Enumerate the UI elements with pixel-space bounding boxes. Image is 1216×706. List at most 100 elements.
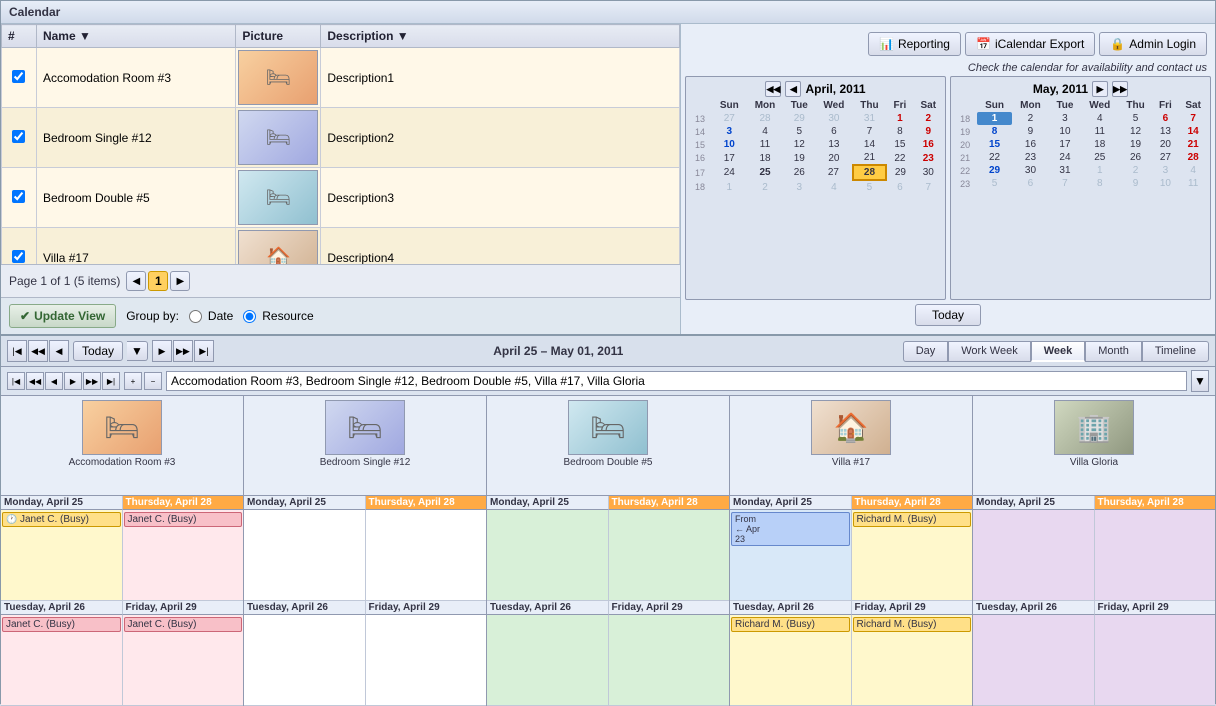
day-cell-empty4[interactable] <box>366 615 487 705</box>
cal-day[interactable]: 21 <box>853 151 887 165</box>
cal-day[interactable]: 12 <box>783 138 815 151</box>
cal-day[interactable]: 8 <box>886 125 913 138</box>
day-cell-fri[interactable]: Janet C. (Busy) <box>123 615 244 705</box>
event-richard-2[interactable]: Richard M. (Busy) <box>731 617 850 632</box>
cal-day[interactable]: 4 <box>1178 164 1208 177</box>
cal-day[interactable]: 29 <box>886 165 913 180</box>
cal-day[interactable]: 11 <box>747 138 784 151</box>
cal-day[interactable]: 28 <box>1178 151 1208 164</box>
update-view-button[interactable]: ✔ Update View <box>9 304 116 328</box>
cal-day[interactable]: 31 <box>853 112 887 125</box>
cal-day[interactable]: 20 <box>815 151 853 165</box>
res-prev-button[interactable]: ◀ <box>45 372 63 390</box>
tab-work-week[interactable]: Work Week <box>948 341 1030 362</box>
cal-day[interactable]: 17 <box>712 151 746 165</box>
cal-day[interactable]: 19 <box>1119 138 1153 151</box>
cal-day[interactable]: 9 <box>1012 125 1049 138</box>
cal-day[interactable]: 10 <box>712 138 746 151</box>
res-next-next-button[interactable]: ▶▶ <box>83 372 101 390</box>
cal-day[interactable]: 19 <box>783 151 815 165</box>
cal-day[interactable]: 29 <box>977 164 1012 177</box>
cal-day[interactable]: 16 <box>1012 138 1049 151</box>
icalendar-export-button[interactable]: 📅 iCalendar Export <box>965 32 1095 56</box>
cal-day[interactable]: 25 <box>747 165 784 180</box>
cal-day[interactable]: 11 <box>1081 125 1119 138</box>
cal-day[interactable]: 24 <box>1049 151 1081 164</box>
cal-day[interactable]: 23 <box>1012 151 1049 164</box>
day-cell-empty2[interactable] <box>366 510 487 600</box>
prev-button[interactable]: ◀ <box>49 340 69 362</box>
today-calendar-button[interactable]: Today <box>73 341 123 361</box>
cal-day[interactable]: 15 <box>977 138 1012 151</box>
cal-day[interactable]: 26 <box>1119 151 1153 164</box>
cal-day[interactable]: 27 <box>712 112 746 125</box>
cal-day[interactable]: 2 <box>1119 164 1153 177</box>
group-by-date-option[interactable]: Date <box>189 309 233 323</box>
cal-day[interactable]: 2 <box>747 180 784 194</box>
cal-day[interactable]: 9 <box>914 125 943 138</box>
april-prev-button[interactable]: ◀ <box>785 81 801 97</box>
day-cell-vg-thu[interactable] <box>1095 510 1216 600</box>
res-next-button[interactable]: ▶ <box>64 372 82 390</box>
cal-day[interactable]: 31 <box>1049 164 1081 177</box>
cal-day[interactable]: 4 <box>747 125 784 138</box>
cal-day[interactable]: 30 <box>1012 164 1049 177</box>
cal-day[interactable]: 3 <box>712 125 746 138</box>
row-checkbox-1[interactable] <box>2 48 37 108</box>
event-janet-2[interactable]: Janet C. (Busy) <box>124 512 243 527</box>
cal-day[interactable]: 27 <box>815 165 853 180</box>
cal-day[interactable]: 25 <box>1081 151 1119 164</box>
cal-day[interactable]: 16 <box>914 138 943 151</box>
cal-day[interactable]: 12 <box>1119 125 1153 138</box>
day-cell-villa-thu[interactable]: Richard M. (Busy) <box>852 510 973 600</box>
prev-page-button[interactable]: ◀ <box>126 271 146 291</box>
next-button[interactable]: ▶ <box>152 340 172 362</box>
last-button[interactable]: ▶| <box>194 340 214 362</box>
day-cell-thu[interactable]: Janet C. (Busy) <box>123 510 244 600</box>
cal-day[interactable]: 18 <box>1081 138 1119 151</box>
event-janet-4[interactable]: Janet C. (Busy) <box>124 617 243 632</box>
resource-dropdown-button[interactable]: ▼ <box>1191 370 1209 392</box>
day-cell-empty3[interactable] <box>244 615 366 705</box>
cal-day[interactable]: 30 <box>914 165 943 180</box>
day-cell-mon[interactable]: 🕐 Janet C. (Busy) <box>1 510 123 600</box>
cal-day[interactable]: 30 <box>815 112 853 125</box>
day-cell-vg-fri[interactable] <box>1095 615 1216 705</box>
tab-timeline[interactable]: Timeline <box>1142 341 1209 362</box>
cal-day[interactable]: 29 <box>783 112 815 125</box>
cal-day[interactable]: 6 <box>1012 177 1049 190</box>
res-prev-prev-button[interactable]: ◀◀ <box>26 372 44 390</box>
today-dropdown-button[interactable]: ▼ <box>127 341 148 361</box>
cal-day[interactable]: 1 <box>712 180 746 194</box>
cal-day[interactable]: 18 <box>747 151 784 165</box>
group-resource-radio[interactable] <box>243 310 256 323</box>
may-next-next-button[interactable]: ▶▶ <box>1112 81 1128 97</box>
cal-day[interactable]: 3 <box>783 180 815 194</box>
cal-day[interactable]: 5 <box>783 125 815 138</box>
day-cell-bd-thu[interactable] <box>609 510 730 600</box>
april-prev-prev-button[interactable]: ◀◀ <box>765 81 781 97</box>
group-by-resource-option[interactable]: Resource <box>243 309 313 323</box>
row-checkbox-4[interactable] <box>2 228 37 265</box>
day-cell-villa-mon[interactable]: From← Apr23 <box>730 510 852 600</box>
group-date-radio[interactable] <box>189 310 202 323</box>
prev-prev-button[interactable]: ◀◀ <box>28 340 48 362</box>
cal-day[interactable]: 7 <box>853 125 887 138</box>
today-mini-calendar-button[interactable]: Today <box>915 304 981 326</box>
tab-month[interactable]: Month <box>1085 341 1142 362</box>
event-janet-3[interactable]: Janet C. (Busy) <box>2 617 121 632</box>
row-checkbox-2[interactable] <box>2 108 37 168</box>
cal-day[interactable]: 3 <box>1152 164 1178 177</box>
day-cell-tue[interactable]: Janet C. (Busy) <box>1 615 123 705</box>
cal-day[interactable]: 21 <box>1178 138 1208 151</box>
cal-day[interactable]: 7 <box>1178 112 1208 125</box>
cal-day[interactable]: 4 <box>1081 112 1119 125</box>
day-cell-vg-mon[interactable] <box>973 510 1095 600</box>
event-from-apr23[interactable]: From← Apr23 <box>731 512 850 546</box>
cal-day[interactable]: 22 <box>977 151 1012 164</box>
tab-day[interactable]: Day <box>903 341 949 362</box>
day-cell-vg-tue[interactable] <box>973 615 1095 705</box>
res-first-button[interactable]: |◀ <box>7 372 25 390</box>
cal-day[interactable]: 5 <box>853 180 887 194</box>
cal-day[interactable]: 15 <box>886 138 913 151</box>
